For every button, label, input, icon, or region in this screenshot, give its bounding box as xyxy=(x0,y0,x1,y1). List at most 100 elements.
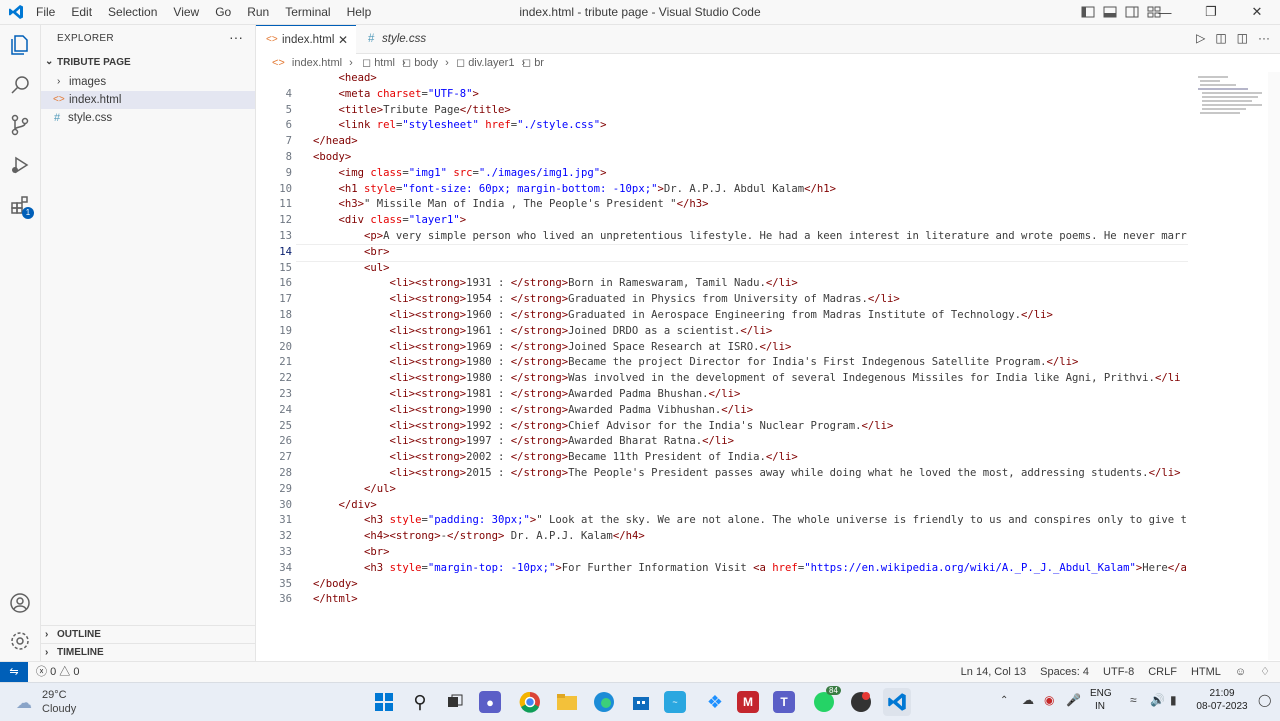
run-icon[interactable]: ▷ xyxy=(1196,31,1205,45)
toggle-panel-icon[interactable] xyxy=(1102,4,1118,20)
code-line[interactable]: 36 </html> xyxy=(256,591,1188,607)
minimize-button[interactable]: — xyxy=(1142,0,1188,24)
source-control-icon[interactable] xyxy=(8,113,32,137)
code-line[interactable]: 25 <li><strong>1992 : </strong>Chief Adv… xyxy=(256,418,1188,434)
app-icon[interactable]: ~ xyxy=(664,691,686,713)
open-changes-icon[interactable]: ◫ xyxy=(1215,31,1226,45)
menu-file[interactable]: File xyxy=(28,0,63,24)
code-line[interactable]: 21 <li><strong>1980 : </strong>Became th… xyxy=(256,354,1188,370)
close-window-button[interactable]: ✕ xyxy=(1234,0,1280,24)
cursor-position[interactable]: Ln 14, Col 13 xyxy=(961,662,1026,682)
code-line[interactable]: 24 <li><strong>1990 : </strong>Awarded P… xyxy=(256,402,1188,418)
breadcrumb-item[interactable]: <> index.html › xyxy=(272,54,353,72)
code-line[interactable]: 35 </body> xyxy=(256,576,1188,592)
notifications-bell-icon[interactable]: ♢ xyxy=(1260,662,1270,682)
menu-run[interactable]: Run xyxy=(239,0,277,24)
more-actions-icon[interactable]: ··· xyxy=(1258,31,1270,45)
indentation[interactable]: Spaces: 4 xyxy=(1040,662,1089,682)
app-icon[interactable]: ❖ xyxy=(701,688,729,716)
code-line[interactable]: 9 <img class="img1" src="./images/img1.j… xyxy=(256,165,1188,181)
problems-indicator[interactable]: ⓧ 0 △ 0 xyxy=(36,662,79,682)
code-line[interactable]: 14 <br> xyxy=(256,244,1188,260)
volume-icon[interactable]: 🔊 xyxy=(1150,693,1165,707)
code-line[interactable]: 16 <li><strong>1931 : </strong>Born in R… xyxy=(256,275,1188,291)
code-line[interactable]: 34 <h3 style="margin-top: -10px;">For Fu… xyxy=(256,560,1188,576)
menu-selection[interactable]: Selection xyxy=(100,0,165,24)
extensions-icon[interactable]: 1 xyxy=(8,193,34,219)
code-line[interactable]: 15 <ul> xyxy=(256,260,1188,276)
accounts-icon[interactable] xyxy=(8,591,32,615)
teams-icon[interactable]: T xyxy=(773,691,795,713)
language-mode[interactable]: HTML xyxy=(1191,662,1221,682)
breadcrumb-item[interactable]: ◻ html › xyxy=(362,54,406,72)
vertical-scrollbar[interactable] xyxy=(1268,72,1280,660)
vscode-taskbar-icon[interactable] xyxy=(883,688,911,716)
explorer-icon[interactable] xyxy=(8,33,32,57)
cloud-off-icon[interactable]: ☁ xyxy=(1022,693,1034,707)
store-icon[interactable] xyxy=(627,688,655,716)
tab-style-css[interactable]: # style.css xyxy=(356,25,456,53)
teams-chat-icon[interactable]: ● xyxy=(479,691,501,713)
microphone-icon[interactable]: 🎤 xyxy=(1066,693,1081,707)
code-line[interactable]: 13 <p>A very simple person who lived an … xyxy=(256,228,1188,244)
tree-item-index-html[interactable]: <> index.html xyxy=(41,91,255,109)
workspace-folder[interactable]: ⌄ TRIBUTE PAGE xyxy=(41,54,255,72)
code-line[interactable]: 11 <h3>" Missile Man of India , The Peop… xyxy=(256,196,1188,212)
code-line[interactable]: 29 </ul> xyxy=(256,481,1188,497)
weather-widget[interactable]: ☁ 29°C Cloudy xyxy=(16,687,126,717)
code-line[interactable]: 17 <li><strong>1954 : </strong>Graduated… xyxy=(256,291,1188,307)
toggle-primary-sidebar-icon[interactable] xyxy=(1080,4,1096,20)
code-line[interactable]: 31 <h3 style="padding: 30px;">" Look at … xyxy=(256,512,1188,528)
tree-item-style-css[interactable]: # style.css xyxy=(41,109,255,127)
code-line[interactable]: 33 <br> xyxy=(256,544,1188,560)
chrome-icon[interactable] xyxy=(516,688,544,716)
remote-indicator-icon[interactable]: ⇋ xyxy=(0,662,28,682)
start-icon[interactable] xyxy=(370,688,398,716)
code-line[interactable]: 20 <li><strong>1969 : </strong>Joined Sp… xyxy=(256,339,1188,355)
code-line[interactable]: 18 <li><strong>1960 : </strong>Graduated… xyxy=(256,307,1188,323)
menu-terminal[interactable]: Terminal xyxy=(277,0,338,24)
search-icon[interactable] xyxy=(8,73,32,97)
toggle-secondary-sidebar-icon[interactable] xyxy=(1124,4,1140,20)
menu-view[interactable]: View xyxy=(165,0,207,24)
code-line[interactable]: 28 <li><strong>2015 : </strong>The Peopl… xyxy=(256,465,1188,481)
breadcrumb-item[interactable]: ◻ div.layer1 › xyxy=(456,54,525,72)
clock-date[interactable]: 08-07-2023 xyxy=(1192,701,1252,712)
chevron-up-icon[interactable]: ⌃ xyxy=(1000,695,1008,706)
more-actions-icon[interactable]: ··· xyxy=(229,29,243,45)
code-line[interactable]: 6 <link rel="stylesheet" href="./style.c… xyxy=(256,117,1188,133)
app-icon[interactable] xyxy=(847,688,875,716)
code-line[interactable]: 26 <li><strong>1997 : </strong>Awarded B… xyxy=(256,433,1188,449)
timeline-section[interactable]: › TIMELINE xyxy=(41,643,255,662)
encoding[interactable]: UTF-8 xyxy=(1103,662,1134,682)
end-of-line[interactable]: CRLF xyxy=(1148,662,1177,682)
split-editor-icon[interactable]: ◫ xyxy=(1237,31,1248,45)
code-line[interactable]: 10 <h1 style="font-size: 60px; margin-bo… xyxy=(256,181,1188,197)
file-explorer-icon[interactable] xyxy=(553,688,581,716)
outline-section[interactable]: › OUTLINE xyxy=(41,625,255,644)
tab-index-html[interactable]: <> index.html ✕ xyxy=(256,25,356,54)
code-line[interactable]: 23 <li><strong>1981 : </strong>Awarded P… xyxy=(256,386,1188,402)
code-line[interactable]: 19 <li><strong>1961 : </strong>Joined DR… xyxy=(256,323,1188,339)
code-line[interactable]: 32 <h4><strong>-</strong> Dr. A.P.J. Kal… xyxy=(256,528,1188,544)
battery-icon[interactable]: ▮ xyxy=(1170,693,1177,707)
language-indicator[interactable]: ENG xyxy=(1090,688,1112,699)
code-line[interactable]: 7 </head> xyxy=(256,133,1188,149)
wifi-icon[interactable]: ≈ xyxy=(1130,693,1137,707)
code-line[interactable]: 12 <div class="layer1"> xyxy=(256,212,1188,228)
app-tray-icon[interactable]: ◉ xyxy=(1044,693,1054,707)
menu-go[interactable]: Go xyxy=(207,0,239,24)
task-view-icon[interactable] xyxy=(441,688,469,716)
code-line[interactable]: 30 </div> xyxy=(256,497,1188,513)
mcafee-icon[interactable]: M xyxy=(737,691,759,713)
close-tab-icon[interactable]: ✕ xyxy=(338,26,348,54)
code-line[interactable]: 5 <title>Tribute Page</title> xyxy=(256,102,1188,118)
feedback-icon[interactable]: ☺ xyxy=(1235,662,1246,682)
run-debug-icon[interactable] xyxy=(8,153,32,177)
code-line[interactable]: 4 <meta charset="UTF-8"> xyxy=(256,86,1188,102)
minimap[interactable] xyxy=(1188,72,1268,660)
code-editor[interactable]: <head> 4 <meta charset="UTF-8"> 5 <title>T… xyxy=(256,72,1188,660)
code-line[interactable]: 8 <body> xyxy=(256,149,1188,165)
menu-edit[interactable]: Edit xyxy=(63,0,100,24)
manage-gear-icon[interactable] xyxy=(8,629,32,653)
